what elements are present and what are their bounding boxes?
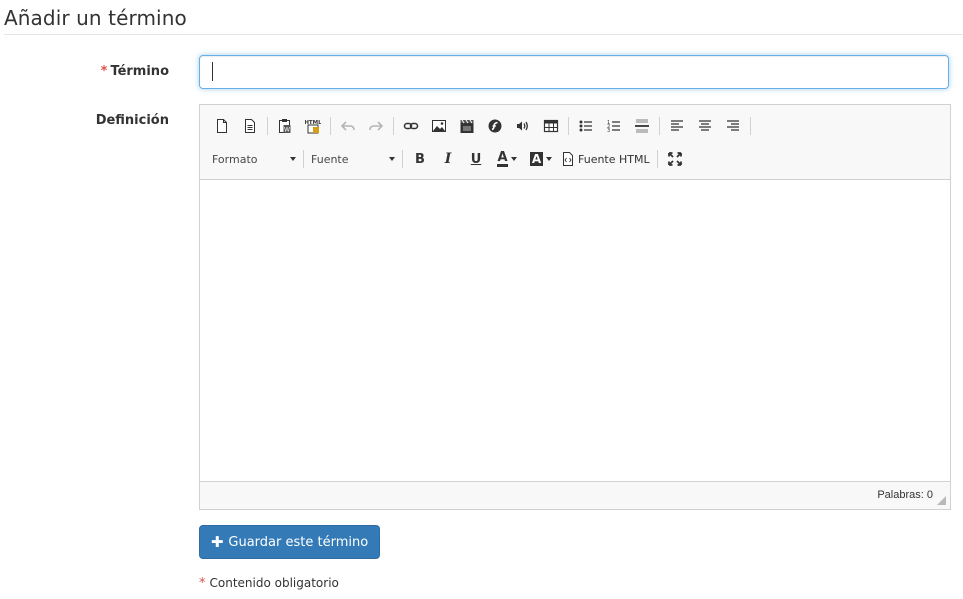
toolbar-separator	[750, 117, 751, 135]
italic-button[interactable]: I	[434, 146, 462, 172]
align-right-icon[interactable]	[719, 113, 747, 139]
svg-text:3: 3	[607, 128, 610, 134]
underline-button[interactable]: U	[462, 146, 490, 172]
link-icon[interactable]	[397, 113, 425, 139]
chevron-down-icon	[389, 157, 395, 161]
format-dropdown-label: Formato	[212, 152, 258, 166]
required-note: * Contenido obligatorio	[199, 576, 339, 591]
underline-icon: U	[470, 151, 482, 167]
text-caret	[212, 62, 213, 81]
background-color-button[interactable]: A	[524, 146, 558, 172]
video-icon[interactable]	[453, 113, 481, 139]
term-label: * Término	[101, 64, 169, 79]
font-dropdown-label: Fuente	[311, 152, 349, 166]
toolbar-separator	[402, 150, 403, 168]
new-page-icon[interactable]	[208, 113, 236, 139]
audio-icon[interactable]	[509, 113, 537, 139]
maximize-icon[interactable]	[661, 146, 689, 172]
source-html-button[interactable]: Fuente HTML	[558, 146, 654, 172]
required-asterisk: *	[199, 576, 206, 591]
italic-icon: I	[444, 151, 452, 167]
bulleted-list-icon[interactable]	[572, 113, 600, 139]
title-divider	[4, 34, 963, 35]
numbered-list-icon[interactable]: 123	[600, 113, 628, 139]
toolbar-separator	[568, 117, 569, 135]
redo-icon[interactable]	[362, 113, 390, 139]
toolbar-separator	[656, 150, 658, 168]
toolbar-separator	[303, 150, 304, 168]
svg-text:W: W	[284, 127, 290, 134]
toolbar-separator	[659, 117, 660, 135]
page-title: Añadir un término	[4, 6, 187, 30]
text-color-icon: A	[497, 150, 508, 167]
word-count: Palabras: 0	[877, 489, 933, 501]
toolbar-separator	[267, 117, 268, 135]
required-note-text: Contenido obligatorio	[209, 576, 339, 590]
save-term-label: Guardar este término	[228, 534, 369, 550]
editor-toolbar: W HTML 1 2 3 Formato Fuente B I U A A Fu…	[200, 105, 950, 180]
editor-content-area[interactable]	[200, 181, 950, 481]
flash-icon[interactable]	[481, 113, 509, 139]
bold-icon: B	[415, 151, 425, 167]
chevron-down-icon	[290, 157, 296, 161]
background-color-icon: A	[529, 152, 544, 166]
format-dropdown[interactable]: Formato	[208, 147, 300, 171]
horizontal-rule-icon[interactable]	[628, 113, 656, 139]
resize-handle-icon[interactable]	[937, 496, 946, 505]
undo-icon[interactable]	[334, 113, 362, 139]
table-icon[interactable]	[537, 113, 565, 139]
term-label-text: Término	[110, 64, 169, 79]
paste-html-icon[interactable]: HTML	[299, 113, 327, 139]
chevron-down-icon	[510, 157, 517, 161]
image-icon[interactable]	[425, 113, 453, 139]
align-left-icon[interactable]	[663, 113, 691, 139]
source-html-label: Fuente HTML	[578, 152, 650, 166]
save-term-button[interactable]: ✚ Guardar este término	[199, 525, 380, 559]
toolbar-row-1: W HTML 1 2 3	[208, 112, 754, 140]
preview-icon[interactable]	[236, 113, 264, 139]
source-code-icon	[563, 152, 573, 166]
term-input[interactable]	[199, 55, 949, 89]
toolbar-row-2: Formato Fuente B I U A A Fuente HTML	[208, 145, 689, 173]
bold-button[interactable]: B	[406, 146, 434, 172]
align-center-icon[interactable]	[691, 113, 719, 139]
editor-status-bar: Palabras: 0	[200, 481, 950, 509]
plus-icon: ✚	[210, 533, 224, 551]
paste-word-icon[interactable]: W	[271, 113, 299, 139]
toolbar-separator	[393, 117, 394, 135]
definition-label: Definición	[95, 113, 169, 128]
definition-editor: W HTML 1 2 3 Formato Fuente B I U A A Fu…	[199, 104, 951, 510]
text-color-button[interactable]: A	[490, 146, 524, 172]
chevron-down-icon	[546, 157, 553, 161]
font-dropdown[interactable]: Fuente	[307, 147, 399, 171]
required-asterisk: *	[100, 64, 108, 79]
toolbar-separator	[330, 117, 331, 135]
